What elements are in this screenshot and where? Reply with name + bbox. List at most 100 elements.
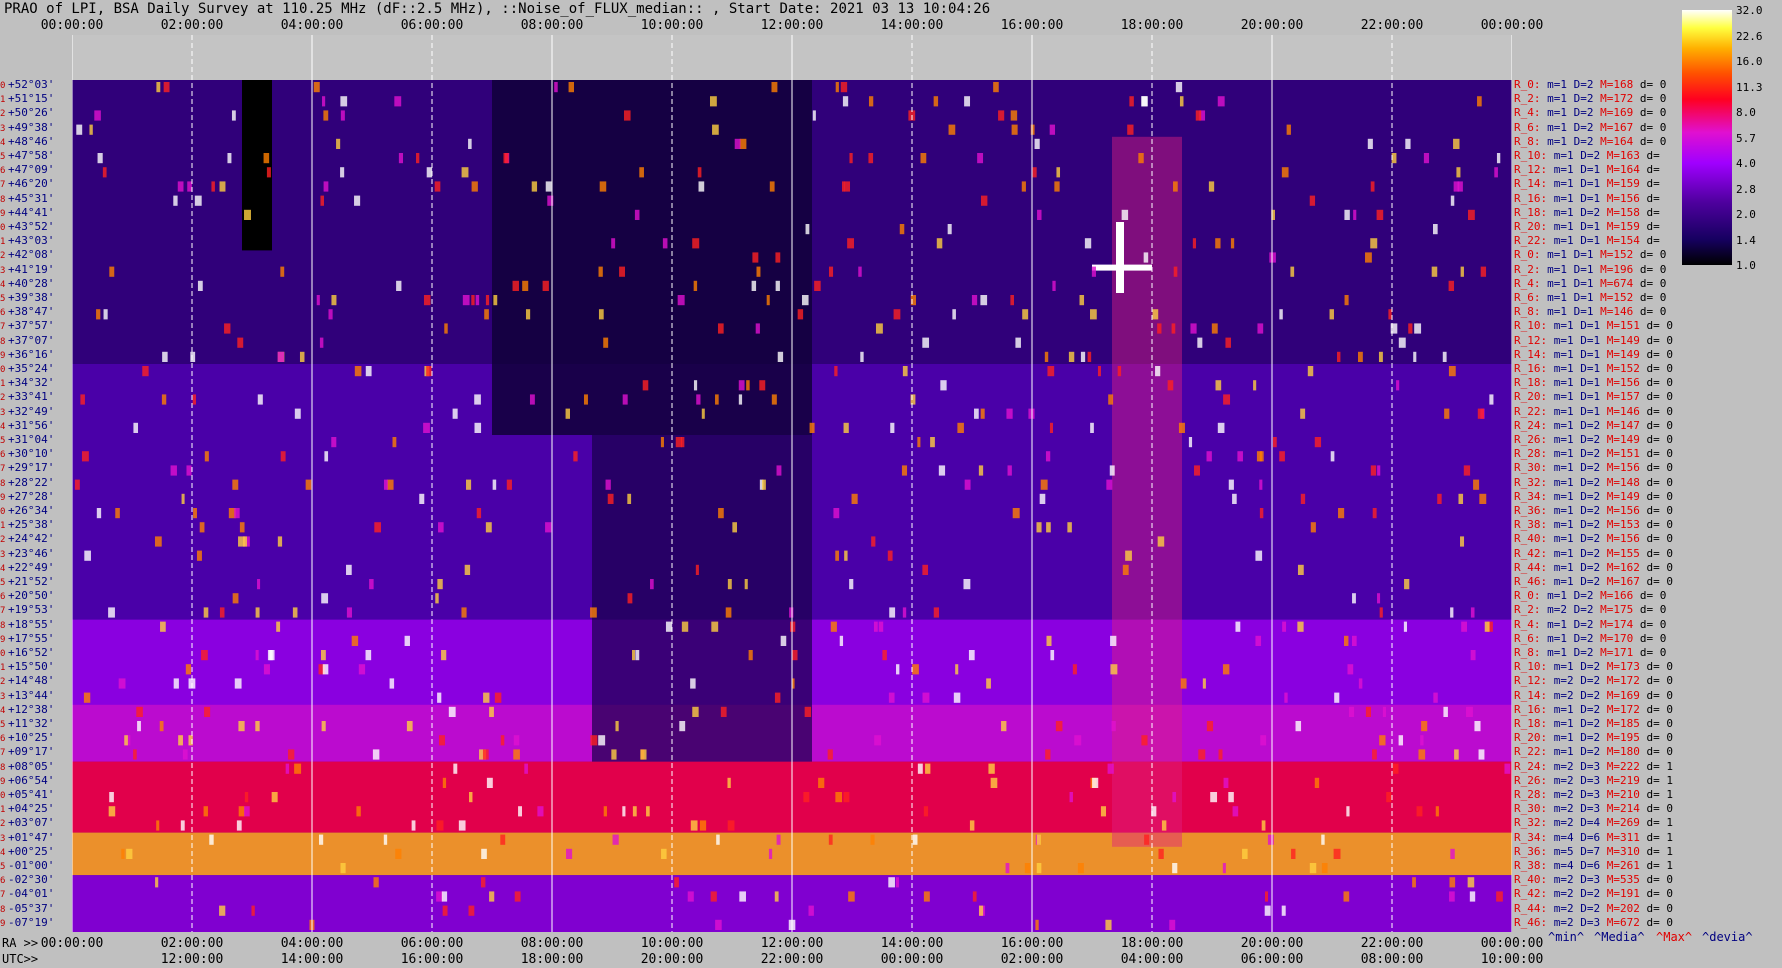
beam-stat-m: m=1 [1553,475,1581,489]
heatmap-cell [1310,522,1316,533]
heatmap-cell [162,351,168,362]
heatmap-cell [320,195,324,206]
heatmap-cell [358,664,366,675]
heatmap-cell [277,536,283,547]
heatmap-cell [1496,153,1501,164]
heatmap-cell [1072,664,1077,675]
declination-value: +17°55' [8,631,55,645]
heatmap-cell [1413,351,1417,362]
beam-stat-m: m=2 [1553,788,1581,801]
declination-value: +33°41' [8,390,55,404]
beam-stat-d: D=2 [1580,717,1607,730]
declination-value: +40°28' [8,276,55,290]
declination-value: -07°19' [8,915,55,929]
utc-tick-label: 18:00:00 [520,952,584,967]
heatmap-cell [972,891,977,902]
heatmap-cell [1210,792,1218,803]
heatmap-cell [1206,451,1212,462]
heatmap-cell [1109,465,1115,476]
declination-label: 4 +22°49' [0,562,70,575]
heatmap-cell [803,792,810,803]
heatmap-cell [771,394,777,405]
heatmap-cell [1015,337,1021,348]
declination-value: +49°38' [8,120,55,134]
beam-stat-m: m=1 [1553,418,1581,432]
beam-stat-r: R_0: [1514,248,1548,262]
beam-stat-m: m=4 [1553,830,1581,844]
beam-stat-m: M=149 [1606,333,1647,347]
declination-value: +42°08' [8,248,55,262]
heatmap-cell [1404,579,1410,590]
heatmap-cell [1376,209,1384,220]
heatmap-cell [331,437,337,448]
heatmap-cell [789,621,796,632]
declination-value: +38°47' [8,305,55,319]
heatmap-cell [1188,437,1193,448]
declination-value: +08°05' [8,759,55,773]
beam-stat-row: R_14: m=2 D=2 M=169 d= 0 [1514,690,1673,701]
beam-index: 9 [0,208,6,219]
beam-stat-m: M=167 [1606,575,1647,588]
declination-label: 9 +06°54' [0,775,70,788]
declination-label: 7 +46°20' [0,178,70,191]
heatmap-cell [1467,209,1475,220]
heatmap-cell [801,295,809,306]
beam-index: 8 [0,194,6,205]
beam-stat-m: m=1 [1553,347,1581,361]
heatmap-cell [650,579,654,590]
heatmap-cell [875,323,883,334]
heatmap-cell [156,820,160,831]
heatmap-cell [1307,366,1314,377]
declination-value: +30°10' [8,447,55,461]
heatmap-cell [244,806,250,817]
heatmap-cell [239,522,245,533]
beam-stat-d: D=1 [1580,234,1607,248]
heatmap-cell [963,579,971,590]
heatmap-cell [476,508,482,519]
beam-stat-row: R_0: m=1 D=1 M=152 d= 0 [1514,249,1666,260]
heatmap-cell [244,209,251,220]
heatmap-cell [178,735,183,746]
beam-stat-d: D=1 [1580,163,1607,177]
ra-tick-label: 06:00:00 [400,936,464,951]
beam-stat-r: R_18: [1514,376,1554,390]
heatmap-cell [611,749,617,760]
beam-stat-d: d= 0 [1639,106,1667,120]
heatmap-cell [96,309,101,320]
declination-label: 0 +35°24' [0,363,70,376]
beam-stat-row: R_38: m=1 D=2 M=153 d= 0 [1514,519,1673,530]
heatmap-cell [771,82,778,93]
heatmap-cell [81,451,89,462]
heatmap-cell [849,579,854,590]
beam-stat-r: R_14: [1514,347,1554,361]
declination-label: 6 +38°47' [0,306,70,319]
heatmap-cell [201,650,208,661]
heatmap-cell [340,863,346,874]
heatmap-cell [1365,252,1372,263]
heatmap-cell [469,792,473,803]
heatmap-cell [545,181,552,192]
declination-label: 8 +37°07' [0,335,70,348]
heatmap-cell [952,309,956,320]
heatmap-cell [1211,323,1218,334]
heatmap-cell [1321,834,1325,845]
heatmap-cell [920,153,927,164]
heatmap-cell [438,522,444,533]
beam-stat-row: R_6: m=1 D=1 M=152 d= 0 [1514,292,1666,303]
beam-stat-m: M=191 [1606,887,1647,901]
heatmap-cell [133,422,139,433]
heatmap-cell [243,536,247,547]
heatmap-cell [340,110,345,121]
heatmap-cell [1456,167,1461,178]
beam-stat-d: D=7 [1580,844,1607,858]
declination-value: +10°25' [8,731,55,745]
beam-stat-row: R_6: m=1 D=2 M=167 d= 0 [1514,122,1666,133]
heatmap-cell [1087,351,1092,362]
beam-stat-m: m=1 [1547,120,1574,134]
beam-stat-d: d= 0 [1646,702,1674,716]
beam-stat-d: d= 0 [1639,603,1667,617]
heatmap-cell [320,650,326,661]
heatmap-cell [851,493,858,504]
heatmap-cell [1378,351,1383,362]
beam-stat-m: M=152 [1600,291,1640,304]
